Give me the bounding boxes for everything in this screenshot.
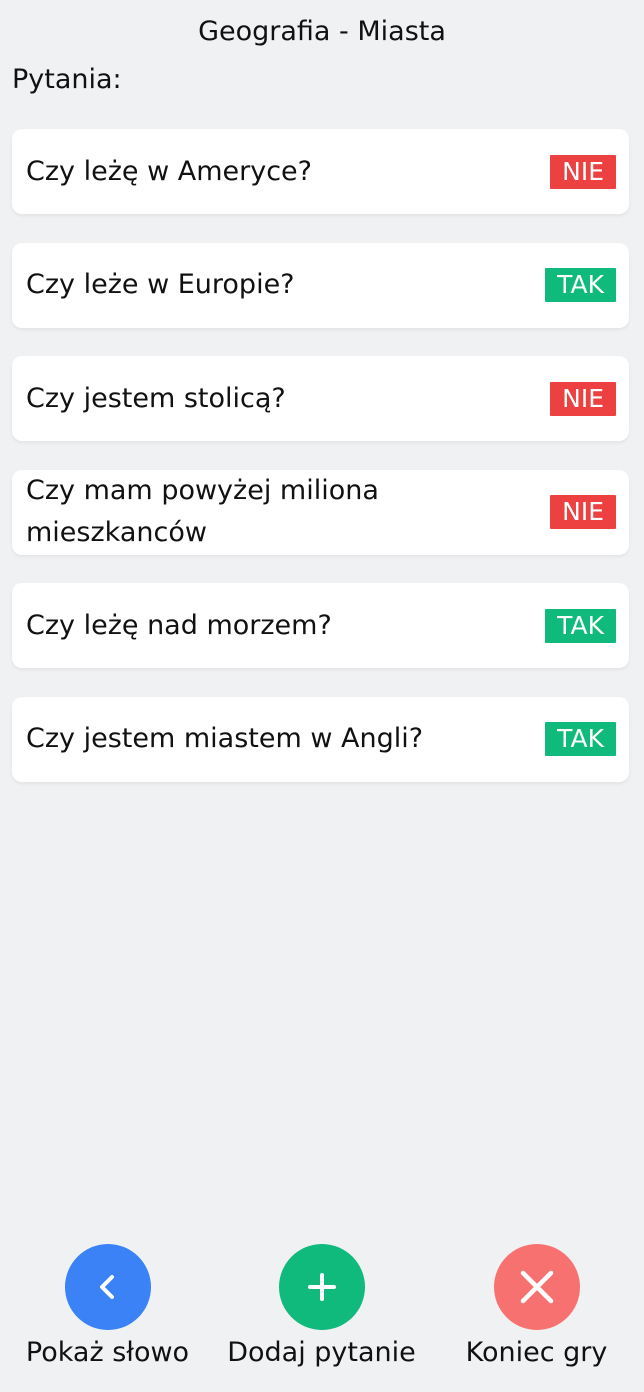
questions-heading: Pytania: [12,64,122,95]
show-word-button[interactable] [64,1244,151,1330]
question-card[interactable]: Czy leżę nad morzem? TAK [12,583,629,668]
question-card[interactable]: Czy jestem miastem w Angli? TAK [12,696,629,782]
question-text: Czy mam powyżej miliona mieszkanców [26,475,379,548]
question-card[interactable]: Czy mam powyżej miliona mieszkanców NIE [12,469,629,555]
page-title: Geografia - Miasta [198,16,446,47]
question-list: Czy leżę w Ameryce? NIE Czy leże w Europ… [12,129,629,810]
end-game-button[interactable] [493,1244,580,1330]
close-icon [520,1270,553,1304]
end-game-action: Koniec gry [429,1244,644,1372]
question-text: Czy leżę nad morzem? [26,609,332,641]
question-text: Czy jestem miastem w Angli? [26,723,424,754]
question-card[interactable]: Czy leże w Europie? TAK [12,242,629,328]
add-question-button[interactable] [278,1244,365,1330]
answer-badge-no: NIE [550,381,616,416]
add-question-label[interactable]: Dodaj pytanie [227,1334,416,1372]
question-card[interactable]: Czy jestem stolicą? NIE [12,356,629,441]
plus-icon [307,1273,336,1301]
answer-badge-yes: TAK [545,268,616,302]
question-text: Czy leże w Europie? [26,269,295,300]
question-text: Czy jestem stolicą? [26,382,286,414]
bottom-actions: Pokaż słowo Dodaj pytanie Koniec gry [0,1244,644,1384]
end-game-label[interactable]: Koniec gry [466,1334,608,1372]
add-question-action: Dodaj pytanie [214,1244,429,1372]
show-word-label[interactable]: Pokaż słowo [26,1334,189,1372]
chevron-left-icon [99,1275,114,1299]
question-card[interactable]: Czy leżę w Ameryce? NIE [12,129,629,214]
show-word-action: Pokaż słowo [0,1244,215,1372]
answer-badge-no: NIE [550,495,616,529]
question-text: Czy leżę w Ameryce? [26,155,312,187]
answer-badge-no: NIE [550,154,616,189]
answer-badge-yes: TAK [545,722,616,756]
answer-badge-yes: TAK [545,608,616,643]
